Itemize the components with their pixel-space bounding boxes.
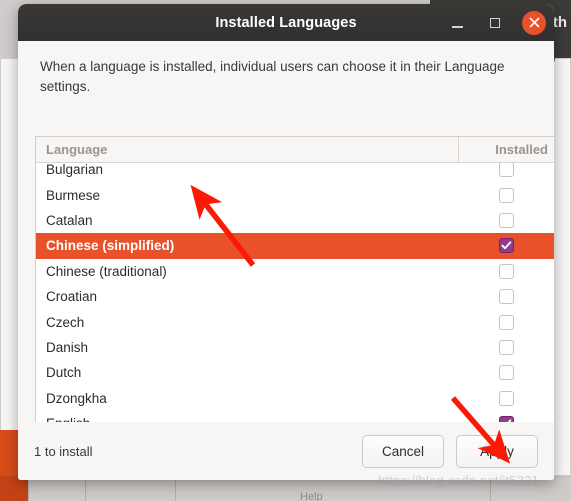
table-row[interactable]: Danish	[36, 335, 554, 360]
language-list-header: Language Installed	[36, 137, 554, 163]
language-name: Chinese (traditional)	[46, 263, 167, 279]
installed-languages-dialog: Installed Languages When a language is i…	[18, 4, 554, 480]
close-icon[interactable]	[522, 10, 546, 35]
window-controls	[446, 4, 546, 41]
language-name: Burmese	[46, 187, 101, 203]
background-bottom-label-help: Help	[300, 491, 323, 501]
checkbox-icon[interactable]	[498, 187, 514, 203]
table-row[interactable]: Burmese	[36, 182, 554, 207]
language-name: Chinese (simplified)	[46, 238, 175, 254]
cancel-button[interactable]: Cancel	[362, 434, 444, 468]
background-bottom-divider-2	[175, 478, 176, 501]
installed-cell	[458, 390, 554, 406]
checkbox-icon[interactable]	[498, 339, 514, 355]
apply-button[interactable]: Apply	[456, 434, 538, 468]
minimize-icon[interactable]	[446, 12, 468, 34]
dialog-footer: 1 to install Cancel Apply	[18, 422, 554, 480]
screen: th Help Installed Languages When a langu…	[0, 0, 571, 501]
installed-cell	[458, 238, 554, 254]
installed-cell	[458, 187, 554, 203]
language-name: Danish	[46, 339, 89, 355]
language-name: Catalan	[46, 212, 93, 228]
installed-cell	[458, 314, 554, 330]
checkbox-icon[interactable]	[498, 390, 514, 406]
table-row[interactable]: Bulgarian	[36, 163, 554, 182]
installed-cell	[458, 263, 554, 279]
checkbox-icon[interactable]	[498, 365, 514, 381]
language-name: Croatian	[46, 289, 98, 305]
language-name: Dzongkha	[46, 390, 107, 406]
installed-cell	[458, 365, 554, 381]
column-header-language: Language	[46, 142, 108, 157]
install-count-status: 1 to install	[34, 443, 93, 459]
table-row[interactable]: Chinese (traditional)	[36, 259, 554, 284]
table-row[interactable]: Chinese (simplified)	[36, 233, 554, 259]
language-name: Dutch	[46, 365, 82, 381]
checkbox-icon[interactable]	[498, 314, 514, 330]
installed-cell	[458, 212, 554, 228]
checkbox-icon[interactable]	[498, 289, 514, 305]
checkbox-icon[interactable]	[498, 163, 514, 178]
checkbox-icon[interactable]	[498, 212, 514, 228]
dialog-title: Installed Languages	[215, 14, 357, 31]
table-row[interactable]: Dutch	[36, 360, 554, 385]
installed-cell	[458, 339, 554, 355]
language-name: Czech	[46, 314, 85, 330]
table-row[interactable]: Dzongkha	[36, 386, 554, 411]
installed-cell	[458, 289, 554, 305]
maximize-icon[interactable]	[484, 12, 506, 34]
table-row[interactable]: Catalan	[36, 208, 554, 233]
background-bottom-divider-1	[85, 478, 86, 501]
dialog-titlebar[interactable]: Installed Languages	[18, 4, 554, 41]
language-name: Bulgarian	[46, 163, 104, 178]
dialog-body: When a language is installed, individual…	[18, 41, 554, 480]
table-row[interactable]: Croatian	[36, 284, 554, 309]
column-header-installed: Installed	[458, 137, 554, 162]
installed-cell	[458, 163, 554, 178]
checkbox-checked-icon[interactable]	[498, 238, 514, 254]
background-bottom-divider-3	[490, 478, 491, 501]
table-row[interactable]: Czech	[36, 309, 554, 334]
background-header-text: th	[552, 14, 567, 31]
checkbox-icon[interactable]	[498, 263, 514, 279]
dialog-description: When a language is installed, individual…	[40, 59, 505, 94]
